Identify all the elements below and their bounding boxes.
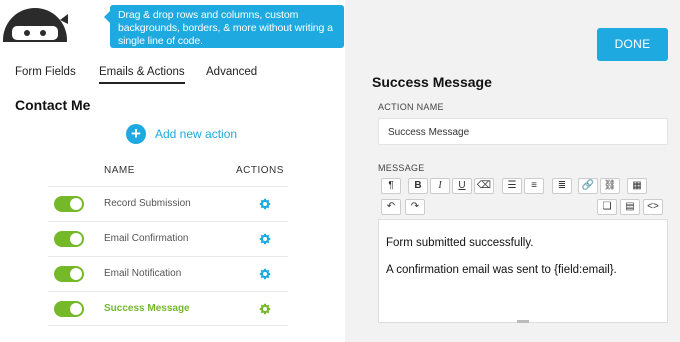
add-new-action-button[interactable]: + Add new action <box>126 124 237 144</box>
table-row: Success Message <box>48 291 288 326</box>
actions-list-pane: Drag & drop rows and columns, custom bac… <box>0 0 345 342</box>
action-name[interactable]: Record Submission <box>104 198 191 209</box>
tab-emails-actions[interactable]: Emails & Actions <box>99 66 185 84</box>
plus-icon: + <box>126 124 146 144</box>
tab-form-fields[interactable]: Form Fields <box>15 66 76 78</box>
tooltip-text: Drag & drop rows and columns, custom bac… <box>118 9 333 47</box>
eraser-icon[interactable]: ⌫ <box>474 178 494 194</box>
tab-advanced[interactable]: Advanced <box>206 66 257 78</box>
done-button[interactable]: DONE <box>597 28 668 61</box>
align-icon[interactable]: ≣ <box>552 178 572 194</box>
editor-resize-handle[interactable] <box>517 320 529 323</box>
action-name[interactable]: Email Notification <box>104 268 181 279</box>
enabled-toggle[interactable] <box>54 196 84 212</box>
column-header-actions: ACTIONS <box>236 165 284 176</box>
underline-icon[interactable]: U <box>452 178 472 194</box>
ordered-list-icon[interactable]: ☰ <box>502 178 522 194</box>
action-name[interactable]: Email Confirmation <box>104 233 188 244</box>
undo-icon[interactable]: ↶ <box>381 199 401 215</box>
table-row: Email Notification <box>48 256 288 291</box>
tooltip-banner: Drag & drop rows and columns, custom bac… <box>104 5 344 48</box>
tooltip-arrow <box>104 11 110 23</box>
action-name-input[interactable]: Success Message <box>378 118 668 145</box>
redo-icon[interactable]: ↷ <box>405 199 425 215</box>
gear-icon[interactable] <box>258 302 272 316</box>
message-editor[interactable]: Form submitted successfully. A confirmat… <box>378 219 668 323</box>
table-icon[interactable]: ▦ <box>627 178 647 194</box>
merge-tags-icon[interactable]: ❏ <box>597 199 617 215</box>
code-icon[interactable]: <> <box>643 199 663 215</box>
action-name[interactable]: Success Message <box>104 303 190 314</box>
unordered-list-icon[interactable]: ≡ <box>524 178 544 194</box>
message-label: MESSAGE <box>378 163 425 173</box>
link-icon[interactable]: 🔗 <box>578 178 598 194</box>
bold-icon[interactable]: B <box>408 178 428 194</box>
paragraph-icon[interactable]: ¶ <box>381 178 401 194</box>
message-line-2: A confirmation email was sent to {field:… <box>386 264 617 276</box>
message-line-1: Form submitted successfully. <box>386 237 534 249</box>
add-new-action-label: Add new action <box>155 127 238 141</box>
panel-title: Success Message <box>372 74 492 90</box>
enabled-toggle[interactable] <box>54 266 84 282</box>
html-table-icon[interactable]: ▤ <box>620 199 640 215</box>
table-row: Record Submission <box>48 186 288 221</box>
enabled-toggle[interactable] <box>54 301 84 317</box>
unlink-icon[interactable]: ⛓ <box>600 178 620 194</box>
enabled-toggle[interactable] <box>54 231 84 247</box>
action-name-label: ACTION NAME <box>378 102 444 112</box>
table-row: Email Confirmation <box>48 221 288 256</box>
gear-icon[interactable] <box>258 267 272 281</box>
ninja-logo <box>2 0 68 42</box>
column-header-name: NAME <box>104 165 135 176</box>
gear-icon[interactable] <box>258 232 272 246</box>
form-title: Contact Me <box>15 97 91 113</box>
italic-icon[interactable]: I <box>430 178 450 194</box>
gear-icon[interactable] <box>258 197 272 211</box>
